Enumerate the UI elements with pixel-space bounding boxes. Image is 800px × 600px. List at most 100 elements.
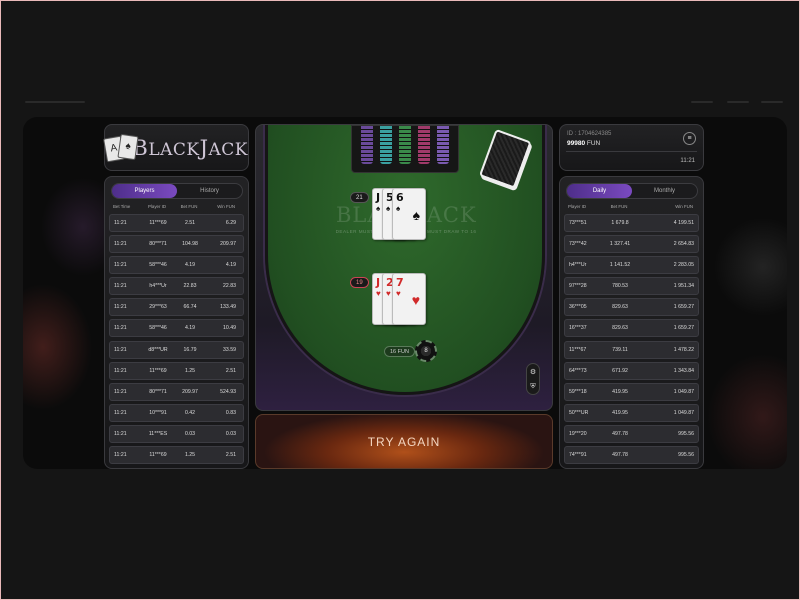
table-cell: 64***73: [569, 367, 587, 374]
table-row: 59***18 419.95 1 049.87: [564, 382, 699, 401]
table-cell: 1.25: [184, 367, 196, 374]
table-cell: 671.92: [612, 367, 628, 374]
table-cell: 11***69: [149, 367, 167, 374]
tab-history[interactable]: History: [177, 184, 242, 198]
column-header: [634, 204, 664, 209]
chip-tray: [351, 125, 459, 173]
chip-stack: [417, 126, 430, 164]
table-cell: 10.49: [223, 325, 236, 332]
table-cell: 73***51: [569, 220, 587, 226]
table-cell: 50***UR: [569, 409, 589, 416]
table-cell: 80***71: [149, 388, 167, 395]
chip-stack: [436, 126, 449, 164]
table-cell: 2 654.83: [673, 241, 694, 248]
table-cell: 22.83: [223, 283, 236, 290]
card-rank: J: [376, 276, 381, 289]
bet-currency: FUN: [397, 349, 409, 355]
top-bar-line: [691, 101, 713, 103]
table-row: 11:21 80***71 104.98 209.97: [109, 235, 244, 254]
card-pips: ♥: [411, 292, 420, 308]
card-suit: ♥: [376, 289, 381, 298]
column-header: Player ID: [568, 204, 587, 209]
leaderboard-tabs: Daily Monthly: [566, 183, 698, 199]
table-cell: 10***91: [149, 409, 167, 416]
table-cell: 11:21: [114, 262, 127, 269]
account-id: ID : 1704624385: [567, 131, 612, 137]
table-cell: 419.95: [612, 409, 628, 416]
table-cell: 995.56: [678, 452, 694, 459]
try-again-button[interactable]: TRY AGAIN: [255, 414, 553, 469]
table-row: 74***91 497.78 995.56: [564, 446, 699, 465]
table-cell: 1 327.41: [609, 241, 631, 248]
balance-value: 99980: [567, 140, 586, 147]
table-cell: 0.42: [184, 409, 196, 416]
table-row: 73***51 1 679.8 4 199.51: [564, 214, 699, 232]
table-cell: 4.19: [184, 325, 196, 332]
table-cell: 11:21: [114, 304, 127, 311]
table-cell: 1 141.52: [609, 262, 631, 269]
table-row: 11:21 d8***UR 16.79 33.59: [109, 340, 244, 359]
table-cell: 59***18: [569, 388, 587, 395]
table-cell: 739.11: [612, 346, 628, 353]
table-cell: 97***28: [569, 283, 587, 290]
shield-icon[interactable]: ⛨: [530, 383, 535, 391]
card-rank: 7: [396, 276, 404, 289]
table-row: 97***28 780.53 1 951.34: [564, 277, 699, 296]
table-cell: 16***37: [569, 325, 587, 332]
tab-monthly[interactable]: Monthly: [632, 184, 697, 198]
clock-time: 11:21: [680, 158, 695, 164]
top-bar-line: [727, 101, 749, 103]
bet-amount: 16: [390, 349, 397, 355]
card-suit: ♥: [386, 289, 391, 298]
tab-daily[interactable]: Daily: [567, 184, 632, 198]
settings-icon[interactable]: ⚙: [530, 368, 536, 376]
table-cell: 80***71: [149, 241, 167, 248]
table-cell: 6.29: [225, 220, 236, 226]
table-cell: 2.51: [184, 220, 196, 226]
table-row: 11:21 h4***Ur 22.83 22.83: [109, 277, 244, 296]
playing-card: 6 ♠ ♠: [392, 188, 426, 240]
leaderboard-table-body: 73***51 1 679.8 4 199.51 73***42 1 327.41 2 6…: [564, 214, 699, 467]
table-cell: 22.83: [183, 283, 197, 290]
players-table-header: Bet Time Player ID Bet FUN Win FUN: [109, 204, 244, 209]
table-cell: 2 283.05: [673, 262, 694, 269]
logo-text: BLACKJACK: [132, 135, 248, 160]
table-cell: 2.51: [225, 367, 236, 374]
table-cell: 66.74: [183, 304, 197, 311]
table-cell: 829.63: [612, 304, 628, 311]
table-cell: 1 049.87: [673, 409, 694, 416]
table-row: 73***42 1 327.41 2 654.83: [564, 235, 699, 254]
table-cell: d8***UR: [148, 346, 168, 353]
table-row: 11:21 80***71 209.97 524.93: [109, 382, 244, 401]
menu-icon[interactable]: ≡: [683, 132, 696, 145]
chip-stack: [361, 126, 374, 164]
table-row: 11:21 11***ES 0.03 0.03: [109, 424, 244, 443]
column-header: Bet Time: [113, 204, 131, 209]
table-row: 11:21 58***46 4.19 4.19: [109, 256, 244, 275]
column-header: Win FUN: [217, 204, 235, 209]
table-cell: 11:21: [114, 325, 127, 332]
players-panel: Players History Bet Time Player ID Bet F…: [104, 176, 249, 469]
table-cell: 11:21: [114, 367, 127, 374]
table-cell: 4 199.51: [673, 220, 694, 226]
account-panel: ID : 1704624385 99980 FUN ≡ 11:21: [559, 124, 704, 171]
side-controls: ⚙ ⛨: [526, 363, 540, 395]
table-cell: 1 679.8: [611, 220, 629, 226]
table-cell: 11:21: [114, 283, 127, 290]
table-cell: 0.83: [225, 409, 236, 416]
tab-players[interactable]: Players: [112, 184, 177, 198]
leaderboard-panel: Daily Monthly Player ID Bet FUN Win FUN …: [559, 176, 704, 469]
table-row: 11:21 11***69 2.51 6.29: [109, 214, 244, 232]
table-cell: 829.63: [612, 325, 628, 332]
bet-chip[interactable]: 8: [415, 340, 437, 362]
table-cell: 11***69: [149, 452, 167, 459]
table-row: 11:21 58***46 4.19 10.49: [109, 319, 244, 338]
table-cell: 11***ES: [148, 430, 168, 437]
table-cell: 209.97: [220, 241, 236, 248]
card-pips: ♠: [412, 207, 420, 223]
table-cell: 133.49: [220, 304, 236, 311]
table-cell: 995.56: [678, 430, 694, 437]
card-rank: J: [376, 191, 381, 204]
table-cell: 419.95: [612, 388, 628, 395]
table-row: 36***05 829.63 1 659.27: [564, 298, 699, 317]
